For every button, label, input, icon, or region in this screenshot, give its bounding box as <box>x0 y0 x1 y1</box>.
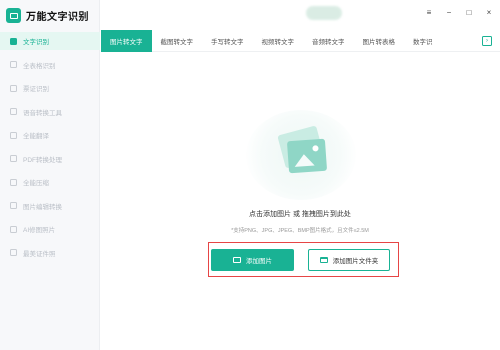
window-controls: ≡ − □ × <box>424 8 494 17</box>
tab-handwriting-to-text[interactable]: 手写转文字 <box>202 30 253 52</box>
sidebar-item-label: 全能翻译 <box>23 133 49 140</box>
sidebar-item-compress[interactable]: 全能压缩 <box>0 173 100 191</box>
sidebar-item-label: 文字识别 <box>23 39 49 46</box>
sidebar-item-ai-retouch[interactable]: AI修图照片 <box>0 220 100 238</box>
tab-image-to-table[interactable]: 图片转表格 <box>354 30 405 52</box>
sidebar-nav: 文字识别 全表格识别 票证识别 语音转换工具 全能翻译 PDF转换处理 全能压缩 <box>0 32 100 267</box>
ai-retouch-icon <box>10 225 17 233</box>
folder-icon <box>319 257 328 263</box>
sidebar-item-label: PDF转换处理 <box>23 156 62 164</box>
sidebar-item-label: 全能压缩 <box>23 180 49 187</box>
pdf-icon <box>10 155 17 162</box>
tab-audio-to-text[interactable]: 音频转文字 <box>303 30 354 52</box>
translate-icon <box>10 131 17 139</box>
sidebar-item-ticket-recognition[interactable]: 票证识别 <box>0 79 100 97</box>
maximize-button[interactable]: □ <box>464 8 474 17</box>
image-edit-icon <box>10 202 17 209</box>
sidebar-item-voice-tools[interactable]: 语音转换工具 <box>0 103 100 121</box>
image-placeholder-icon <box>286 138 328 174</box>
drop-zone-illustration[interactable] <box>246 110 356 200</box>
voice-icon <box>10 108 17 115</box>
header-decoration <box>306 6 342 20</box>
image-icon <box>233 257 241 263</box>
add-image-button[interactable]: 添加图片 <box>211 249 294 271</box>
add-folder-label: 添加图片文件夹 <box>332 258 379 265</box>
sidebar-item-label: 最美证件照 <box>23 250 56 258</box>
app-title: 万能文字识别 <box>26 12 89 23</box>
drop-zone-instruction: 点击添加图片 或 拖拽图片到此处 <box>249 211 351 218</box>
compress-icon <box>10 178 17 186</box>
close-button[interactable]: × <box>484 8 494 17</box>
sidebar: 万能文字识别 文字识别 全表格识别 票证识别 语音转换工具 全能翻译 PDF转换… <box>0 0 100 350</box>
sidebar-item-label: 全表格识别 <box>23 62 56 70</box>
tab-scroll-right-icon[interactable]: › <box>482 36 492 46</box>
add-image-label: 添加图片 <box>246 258 272 265</box>
sidebar-item-label: AI修图照片 <box>23 227 56 234</box>
ticket-icon <box>10 84 17 92</box>
sidebar-item-id-photo[interactable]: 最美证件照 <box>0 244 100 262</box>
sidebar-item-table-recognition[interactable]: 全表格识别 <box>0 56 100 74</box>
tab-number-recognition[interactable]: 数字识 <box>404 30 442 52</box>
add-folder-button[interactable]: 添加图片文件夹 <box>308 249 390 271</box>
tab-image-to-text[interactable]: 图片转文字 <box>101 29 152 52</box>
menu-button[interactable]: ≡ <box>424 8 434 17</box>
drop-zone-format-hint: *支持PNG、JPG、JPEG、BMP图片格式，且文件≤2.5M <box>231 228 369 234</box>
sidebar-item-image-edit[interactable]: 图片编辑转换 <box>0 197 100 215</box>
sidebar-item-pdf[interactable]: PDF转换处理 <box>0 150 100 168</box>
sidebar-item-label: 票证识别 <box>23 86 49 93</box>
tab-screenshot-to-text[interactable]: 截图转文字 <box>152 30 203 52</box>
table-icon <box>10 61 17 68</box>
sidebar-item-label: 图片编辑转换 <box>23 203 62 211</box>
sidebar-item-translate[interactable]: 全能翻译 <box>0 126 100 144</box>
sidebar-item-text-recognition[interactable]: 文字识别 <box>0 32 100 50</box>
sidebar-item-label: 语音转换工具 <box>23 109 62 117</box>
tab-video-to-text[interactable]: 视频转文字 <box>253 30 304 52</box>
tab-bar: 图片转文字 截图转文字 手写转文字 视频转文字 音频转文字 图片转表格 数字识 … <box>101 29 500 52</box>
id-photo-icon <box>10 249 17 256</box>
text-recognition-icon <box>10 37 17 45</box>
app-brand: 万能文字识别 <box>6 8 89 23</box>
minimize-button[interactable]: − <box>444 8 454 17</box>
app-logo-icon <box>6 8 21 23</box>
